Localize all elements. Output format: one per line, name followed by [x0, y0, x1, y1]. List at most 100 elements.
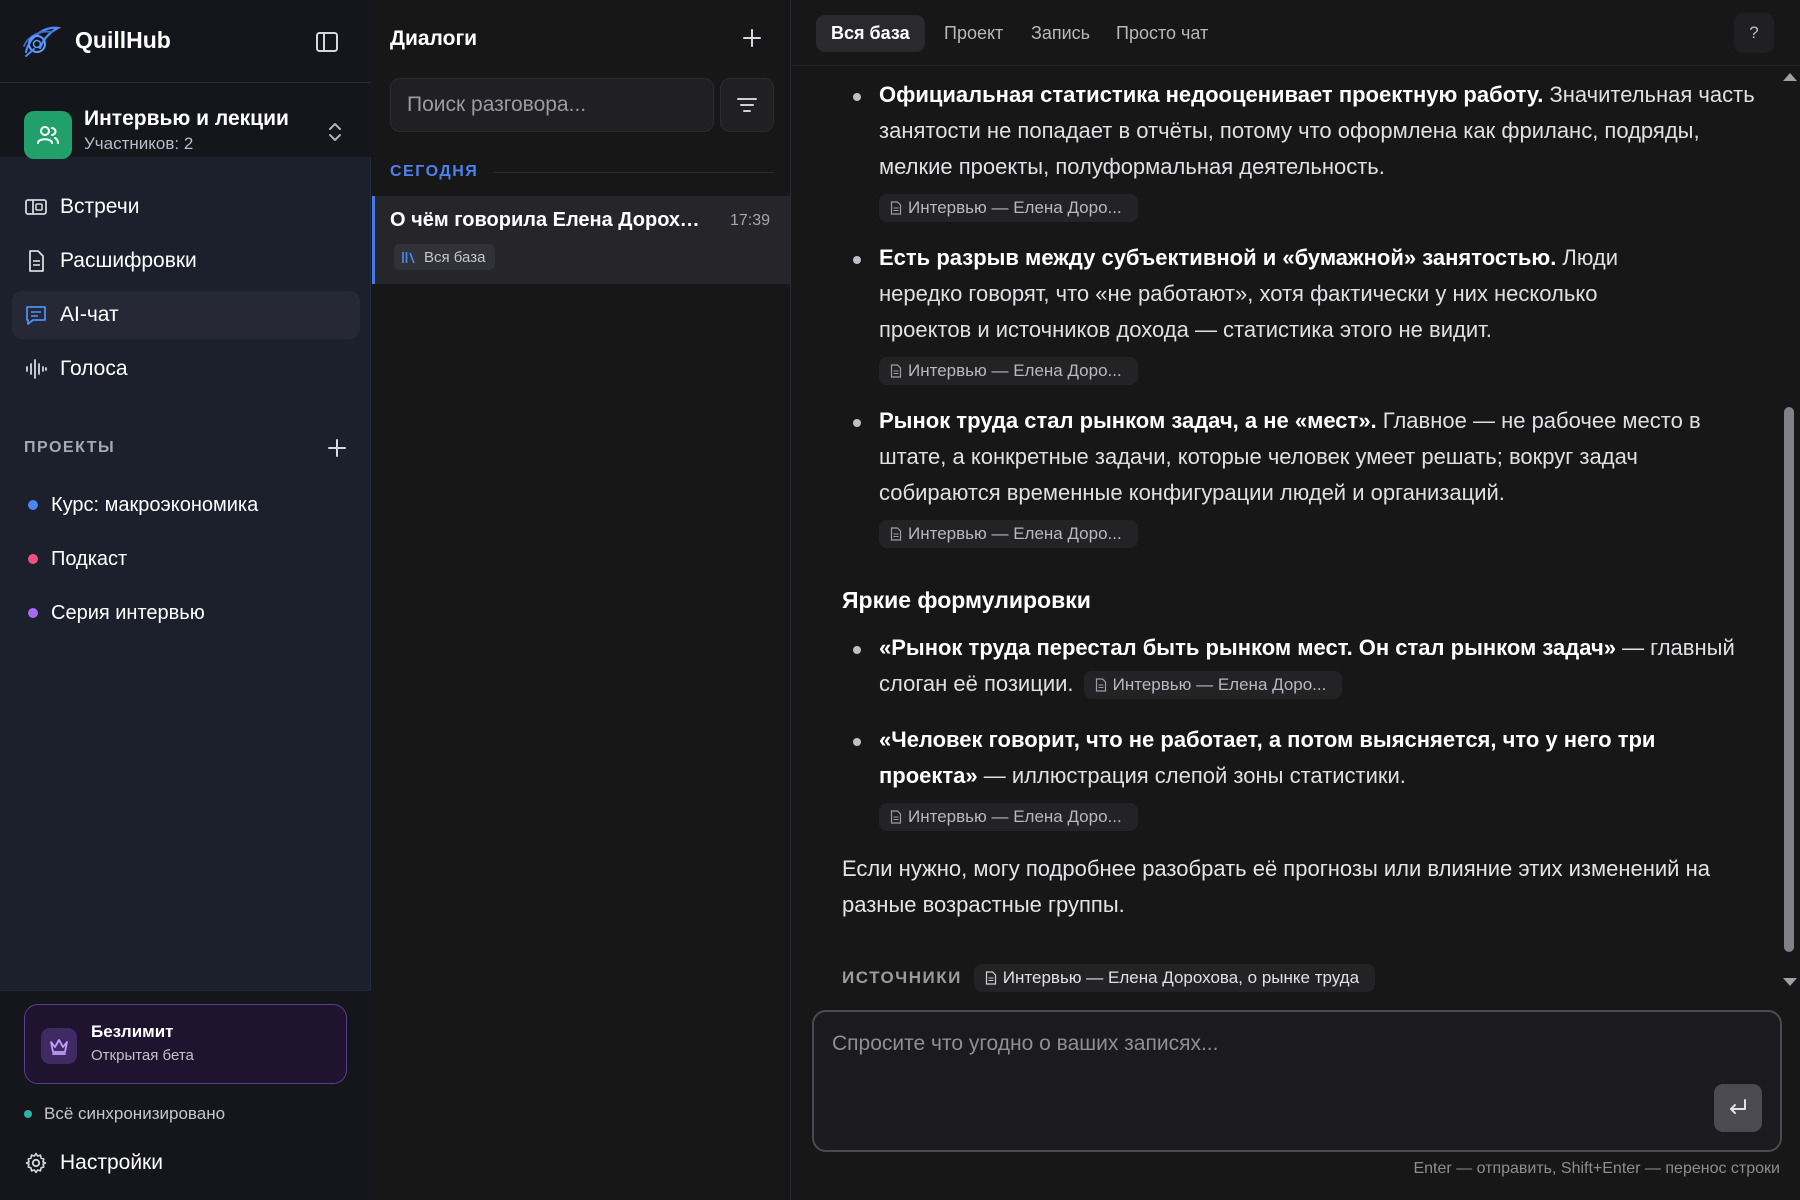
chat-icon	[26, 306, 46, 325]
source-chip[interactable]: Интервью — Елена Дорохова, о рынке труда	[973, 964, 1376, 992]
message-paragraph: Есть разрыв между субъективной и «бумажн…	[879, 240, 1669, 348]
plan-title: Безлимит	[91, 1022, 174, 1041]
document-icon	[890, 810, 902, 824]
dialog-scope-tag: Вся база	[394, 244, 496, 270]
project-item[interactable]: Серия интервью	[28, 586, 348, 640]
scope-tabs: Вся база Проект Запись Просто чат ?	[792, 0, 1800, 66]
project-item[interactable]: Подкаст	[28, 532, 348, 586]
dialogs-panel: Диалоги СЕГОДНЯ О чём говорила Елена Дор…	[372, 0, 791, 1200]
composer-hint: Enter — отправить, Shift+Enter — перенос…	[1413, 1160, 1780, 1177]
message-paragraph: «Рынок труда перестал быть рынком мест. …	[879, 630, 1739, 702]
section-label: СЕГОДНЯ	[390, 163, 479, 180]
sources-label: ИСТОЧНИКИ	[842, 968, 962, 987]
settings-button[interactable]: Настройки	[24, 1151, 163, 1175]
tab-record[interactable]: Запись	[1016, 15, 1105, 52]
sync-status: Всё синхронизировано	[24, 1104, 225, 1124]
scroll-up-arrow-icon[interactable]	[1783, 73, 1797, 81]
bullet-emphasis: Есть разрыв между субъективной и «бумажн…	[879, 245, 1557, 270]
source-chip[interactable]: Интервью — Елена Доро...	[879, 803, 1138, 831]
document-icon	[29, 250, 44, 272]
document-icon	[1095, 678, 1106, 692]
message-input[interactable]	[832, 1024, 1672, 1064]
source-chip[interactable]: Интервью — Елена Доро...	[879, 520, 1138, 548]
filter-button[interactable]	[720, 78, 774, 132]
dialogs-title: Диалоги	[390, 27, 478, 50]
tab-all-base[interactable]: Вся база	[816, 15, 925, 52]
nav-item-meetings[interactable]: Встречи	[12, 183, 360, 231]
source-chip[interactable]: Интервью — Елена Доро...	[879, 357, 1138, 385]
assistant-message: Официальная статистика недооценивает про…	[792, 67, 1778, 992]
enter-arrow-icon	[1730, 1099, 1746, 1114]
nav-item-ai-chat[interactable]: AI-чат	[12, 291, 360, 339]
source-chip-label: Интервью — Елена Доро...	[1112, 675, 1327, 695]
send-button[interactable]	[1714, 1084, 1762, 1132]
document-icon	[890, 364, 902, 378]
tab-just-chat[interactable]: Просто чат	[1101, 15, 1223, 52]
source-chip-label: Интервью — Елена Доро...	[908, 198, 1122, 217]
nav-label: Встречи	[60, 195, 140, 218]
filter-icon	[737, 98, 757, 112]
quote-comment: — иллюстрация слепой зоны статистики.	[977, 763, 1406, 788]
chevron-up-down-icon[interactable]	[324, 119, 346, 145]
app-name: QuillHub	[75, 27, 171, 53]
source-chip-label: Интервью — Елена Доро...	[908, 361, 1122, 380]
quote-text: «Рынок труда перестал быть рынком мест. …	[879, 635, 1616, 660]
bullet-marker	[853, 738, 861, 746]
add-project-icon[interactable]	[326, 437, 348, 459]
project-item[interactable]: Курс: макроэкономика	[28, 478, 348, 532]
project-label: Курс: макроэкономика	[51, 493, 259, 516]
message-composer	[812, 1010, 1782, 1152]
source-chip[interactable]: Интервью — Елена Доро...	[1083, 671, 1343, 700]
source-chip[interactable]: Интервью — Елена Доро...	[879, 194, 1138, 222]
dialog-title: О чём говорила Елена Дорохова	[390, 209, 710, 231]
main-nav: Встречи Расшифровки AI-чат Голоса	[12, 183, 360, 399]
tag-label: Вся база	[424, 248, 486, 266]
sidebar-toggle-icon[interactable]	[314, 29, 340, 55]
messages-scrollbar[interactable]	[1778, 67, 1800, 992]
new-dialog-icon[interactable]	[741, 27, 763, 49]
divider	[494, 171, 774, 173]
meetings-icon	[25, 199, 47, 215]
workspace-switcher[interactable]: Интервью и лекции Участников: 2	[0, 83, 371, 159]
document-icon	[890, 201, 902, 215]
nav-item-transcripts[interactable]: Расшифровки	[12, 237, 360, 285]
project-color-dot	[28, 554, 38, 564]
sync-label: Всё синхронизировано	[44, 1104, 226, 1123]
bullet-marker	[853, 256, 861, 264]
source-chip-label: Интервью — Елена Дорохова, о рынке труда	[1002, 968, 1360, 987]
workspace-avatar	[24, 111, 72, 159]
message-paragraph: Официальная статистика недооценивает про…	[879, 77, 1759, 185]
project-label: Серия интервью	[51, 601, 205, 624]
projects-heading: ПРОЕКТЫ	[24, 439, 116, 456]
sync-status-dot	[24, 1110, 32, 1118]
plan-subtitle: Открытая бета	[91, 1047, 194, 1064]
library-icon	[402, 252, 415, 264]
sidebar-footer: Безлимит Открытая бета Всё синхронизиров…	[0, 990, 371, 1200]
project-color-dot	[28, 608, 38, 618]
nav-item-voices[interactable]: Голоса	[12, 345, 360, 393]
message-closing: Если нужно, могу подробнее разобрать её …	[842, 856, 1710, 917]
plan-card[interactable]: Безлимит Открытая бета	[24, 1004, 347, 1084]
gear-icon	[25, 1152, 47, 1174]
quillhub-logo-icon	[23, 26, 62, 57]
document-icon	[890, 527, 902, 541]
project-color-dot	[28, 500, 38, 510]
document-icon	[985, 971, 996, 985]
help-button[interactable]: ?	[1734, 13, 1774, 53]
scroll-down-arrow-icon[interactable]	[1783, 978, 1797, 986]
tab-project[interactable]: Проект	[929, 15, 1018, 52]
crown-icon	[41, 1028, 77, 1064]
users-icon	[37, 126, 59, 144]
scrollbar-thumb[interactable]	[1784, 407, 1794, 952]
dialog-item[interactable]: О чём говорила Елена Дорохова 17:39 Вся …	[372, 196, 790, 284]
bullet-marker	[853, 646, 861, 654]
waveform-icon	[26, 359, 47, 379]
message-paragraph: «Человек говорит, что не работает, а пот…	[879, 722, 1699, 794]
quotes-heading: Яркие формулировки	[842, 587, 1091, 613]
workspace-members: Участников: 2	[84, 134, 194, 153]
search-input[interactable]	[390, 78, 714, 132]
message-paragraph: Рынок труда стал рынком задач, а не «мес…	[879, 403, 1759, 511]
brand-bar: QuillHub	[0, 0, 371, 83]
projects-list: Курс: макроэкономика Подкаст Серия интер…	[28, 478, 348, 640]
nav-label: Расшифровки	[60, 249, 197, 272]
